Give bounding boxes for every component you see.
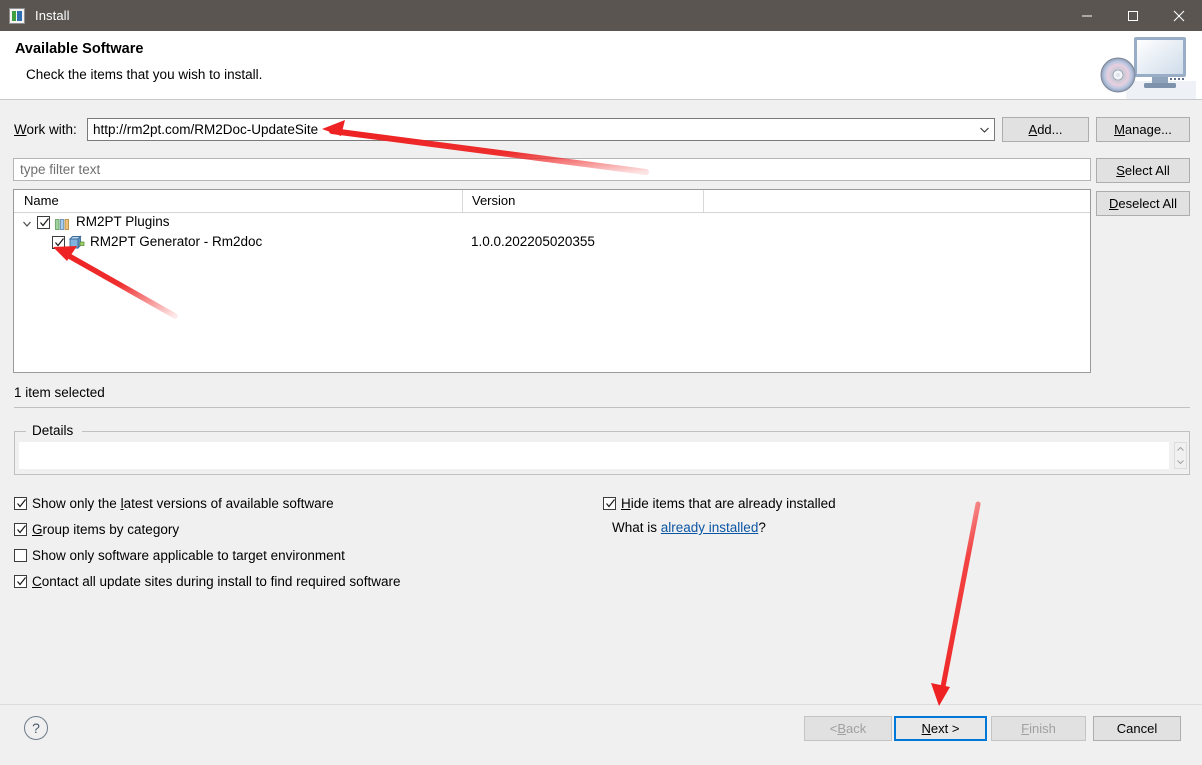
window-title: Install <box>35 8 70 23</box>
help-icon[interactable]: ? <box>24 716 48 740</box>
what-is-prefix: What is <box>612 520 661 535</box>
details-group: Details <box>14 415 1190 475</box>
selection-status: 1 item selected <box>14 385 105 400</box>
table-row[interactable]: RM2PT Plugins <box>14 213 1090 233</box>
what-is-already-installed: What is already installed? <box>612 520 766 535</box>
work-with-label: Work with: <box>14 122 77 137</box>
tree-row-version: 1.0.0.202205020355 <box>471 234 595 249</box>
checkbox-label: Hide items that are already installed <box>621 495 836 511</box>
add-button[interactable]: Add... <box>1002 117 1089 142</box>
details-scroll-spinner[interactable] <box>1174 442 1187 469</box>
checkbox-box[interactable] <box>603 496 616 510</box>
checkbox-box[interactable] <box>14 522 27 536</box>
next-button[interactable]: Next > <box>894 716 987 741</box>
header-banner: Available Software Check the items that … <box>0 31 1202 100</box>
work-with-combo[interactable]: http://rm2pt.com/RM2Doc-UpdateSite <box>87 118 995 141</box>
category-bars-icon <box>55 217 70 230</box>
checkbox-label: Group items by category <box>32 521 180 537</box>
software-tree[interactable]: Name Version RM2PT Plugins RM2PT Generat… <box>13 189 1091 373</box>
filter-input[interactable]: type filter text <box>13 158 1091 181</box>
back-button[interactable]: < Back <box>804 716 892 741</box>
column-header-version[interactable]: Version <box>472 193 515 208</box>
table-row[interactable]: RM2PT Generator - Rm2doc 1.0.0.202205020… <box>14 233 1090 253</box>
plugin-icon <box>68 235 85 250</box>
window-controls <box>1064 0 1202 31</box>
checkbox-show-latest-versions[interactable]: Show only the latest versions of availab… <box>14 494 334 512</box>
manage-button[interactable]: Manage... <box>1096 117 1190 142</box>
column-header-name[interactable]: Name <box>24 193 59 208</box>
checkbox-group-items-by-category[interactable]: Group items by category <box>14 520 179 538</box>
already-installed-link[interactable]: already installed <box>661 520 759 535</box>
checkbox-label: Show only software applicable to target … <box>32 547 345 563</box>
cd-monitor-icon <box>1086 31 1196 99</box>
what-is-suffix: ? <box>758 520 766 535</box>
checkbox-label: Contact all update sites during install … <box>32 573 401 589</box>
tree-row-checkbox[interactable] <box>37 216 50 229</box>
cancel-button[interactable]: Cancel <box>1093 716 1181 741</box>
tree-header: Name Version <box>14 190 1090 213</box>
minimize-icon[interactable] <box>1064 0 1110 31</box>
maximize-icon[interactable] <box>1110 0 1156 31</box>
install-plugin-icon <box>9 7 25 24</box>
checkbox-contact-all-update-sites[interactable]: Contact all update sites during install … <box>14 572 400 590</box>
filter-placeholder: type filter text <box>20 162 101 177</box>
separator <box>14 407 1190 408</box>
deselect-all-button[interactable]: Deselect All <box>1096 191 1190 216</box>
details-label: Details <box>28 423 78 438</box>
chevron-down-icon[interactable] <box>21 217 33 229</box>
tree-row-name: RM2PT Plugins <box>76 214 170 229</box>
checkbox-box[interactable] <box>14 548 27 562</box>
checkbox-label: Show only the latest versions of availab… <box>32 495 334 511</box>
checkbox-box[interactable] <box>14 496 27 510</box>
select-all-button[interactable]: Select All <box>1096 158 1190 183</box>
close-icon[interactable] <box>1156 0 1202 31</box>
tree-row-checkbox[interactable] <box>52 236 65 249</box>
page-subtitle: Check the items that you wish to install… <box>26 67 263 82</box>
chevron-down-icon[interactable] <box>975 119 994 140</box>
checkbox-applicable-to-target-environment[interactable]: Show only software applicable to target … <box>14 546 345 564</box>
page-title: Available Software <box>15 41 144 57</box>
checkbox-box[interactable] <box>14 574 27 588</box>
finish-button[interactable]: Finish <box>991 716 1086 741</box>
details-content <box>19 442 1169 469</box>
title-bar: Install <box>0 0 1202 31</box>
work-with-value: http://rm2pt.com/RM2Doc-UpdateSite <box>93 122 319 137</box>
checkbox-hide-already-installed[interactable]: Hide items that are already installed <box>603 494 836 512</box>
tree-row-name: RM2PT Generator - Rm2doc <box>90 234 263 249</box>
install-dialog: Install Available Software Check the ite… <box>0 0 1202 765</box>
